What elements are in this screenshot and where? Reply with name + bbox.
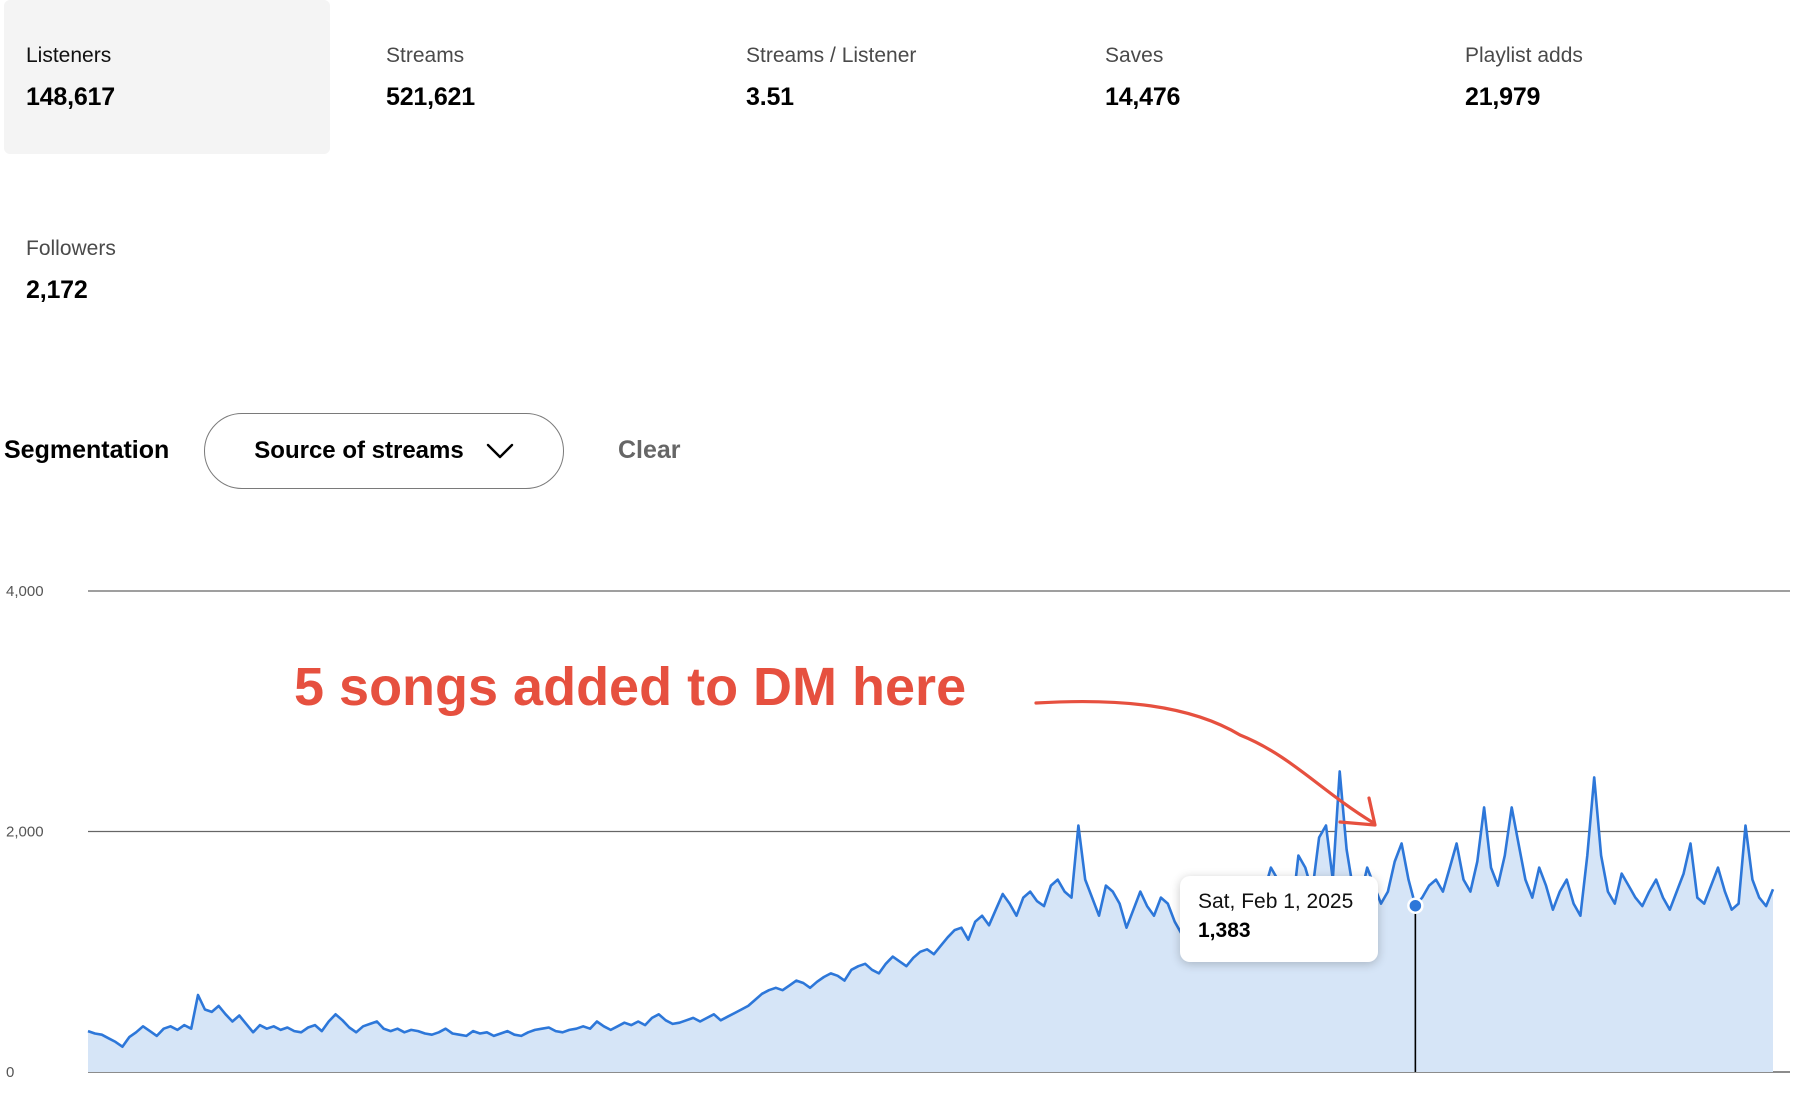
metric-label: Streams <box>386 44 465 67</box>
metric-tile-saves[interactable]: Saves 14,476 <box>1083 0 1409 154</box>
listeners-area-chart[interactable]: 0 2,000 4,000 <box>0 560 1800 1090</box>
metric-value: 521,621 <box>386 83 475 111</box>
y-tick-label: 4,000 <box>6 583 44 600</box>
y-tick-label: 0 <box>6 1064 14 1081</box>
clear-button[interactable]: Clear <box>618 436 681 465</box>
tooltip-value: 1,383 <box>1198 919 1251 942</box>
metric-value: 3.51 <box>746 83 794 111</box>
series-area <box>88 771 1773 1072</box>
metric-label: Streams / Listener <box>746 44 917 67</box>
segmentation-dropdown-value: Source of streams <box>254 437 464 464</box>
chart-tooltip: Sat, Feb 1, 2025 1,383 <box>1180 876 1378 962</box>
hover-point[interactable] <box>1407 897 1424 914</box>
annotation-text: 5 songs added to DM here <box>294 657 967 717</box>
arrow-shaft <box>1034 699 1374 824</box>
metric-tile-playlist-adds[interactable]: Playlist adds 21,979 <box>1443 0 1769 154</box>
chart-y-axis: 0 2,000 4,000 <box>6 583 44 1081</box>
metric-tile-streams-per-listener[interactable]: Streams / Listener 3.51 <box>724 0 1050 154</box>
metric-tile-listeners[interactable]: Listeners 148,617 <box>4 0 330 154</box>
metric-value: 14,476 <box>1105 83 1181 111</box>
metric-label: Followers <box>26 237 116 260</box>
segmentation-label: Segmentation <box>4 436 170 464</box>
metric-tile-followers[interactable]: Followers 2,172 <box>4 193 330 347</box>
chevron-down-icon <box>486 443 513 459</box>
metric-label: Playlist adds <box>1465 44 1583 67</box>
metric-label: Saves <box>1105 44 1164 67</box>
metric-value: 2,172 <box>26 276 88 304</box>
tooltip-date: Sat, Feb 1, 2025 <box>1198 890 1354 913</box>
metric-tile-streams[interactable]: Streams 521,621 <box>364 0 690 154</box>
y-tick-label: 2,000 <box>6 824 44 841</box>
metric-value: 21,979 <box>1465 83 1541 111</box>
metric-label: Listeners <box>26 44 112 67</box>
annotation-arrow <box>1034 699 1377 827</box>
metric-value: 148,617 <box>26 83 115 111</box>
segmentation-dropdown[interactable]: Source of streams <box>204 413 564 489</box>
